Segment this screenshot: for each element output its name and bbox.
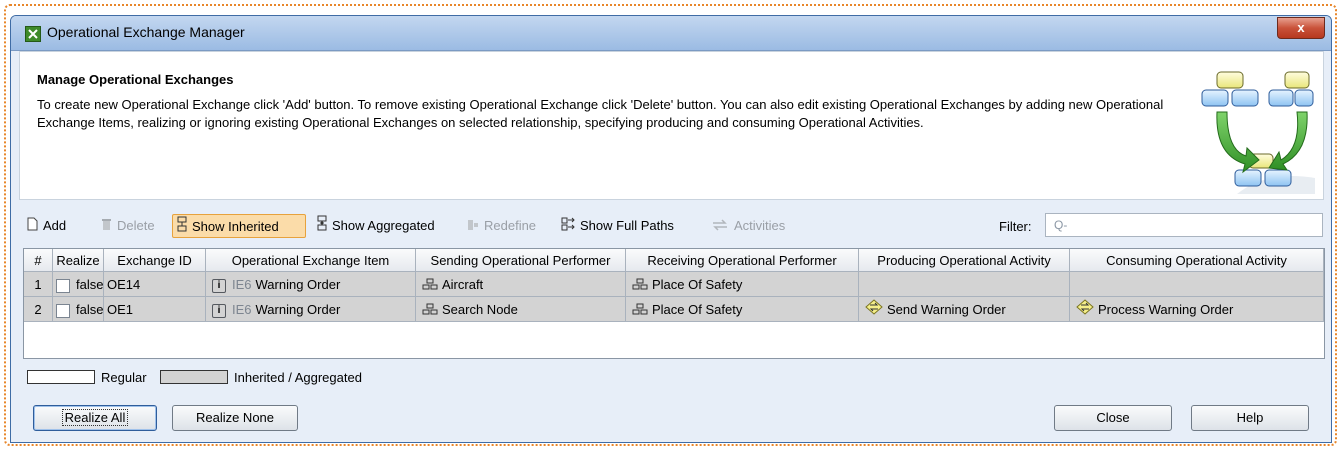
consuming-activity-cell[interactable] [1070, 272, 1324, 297]
row-number: 1 [24, 272, 53, 297]
filter-label: Filter: [999, 219, 1032, 234]
close-button[interactable]: Close [1054, 405, 1172, 431]
column-header-consuming-activity[interactable]: Consuming Operational Activity [1070, 249, 1324, 272]
toolbar: Add Delete Show Inherited Show Aggregate… [19, 212, 1324, 240]
inherit-icon [177, 216, 187, 240]
activities-button[interactable]: Activities [711, 214, 785, 238]
regular-swatch [27, 370, 95, 384]
exchange-id-cell[interactable]: OE14 [104, 272, 206, 297]
column-header-exchange-id[interactable]: Exchange ID [104, 249, 206, 272]
show-aggregated-toggle[interactable]: Show Aggregated [317, 214, 435, 238]
realize-cell[interactable]: false [53, 272, 104, 297]
title-bar[interactable]: Operational Exchange Manager x [11, 16, 1331, 51]
close-window-button[interactable]: x [1277, 17, 1325, 39]
realize-all-button[interactable]: Realize All [33, 405, 157, 431]
activities-icon [711, 215, 729, 239]
paths-icon [561, 215, 575, 239]
redefine-button[interactable]: Redefine [467, 214, 536, 238]
column-header-producing-activity[interactable]: Producing Operational Activity [859, 249, 1070, 272]
sending-performer-cell[interactable]: Search Node [416, 297, 626, 322]
performer-icon [422, 273, 438, 296]
document-icon [27, 215, 38, 239]
header-description: To create new Operational Exchange click… [37, 97, 1164, 130]
activity-icon [1076, 298, 1094, 321]
receiving-performer-cell[interactable]: Place Of Safety [626, 297, 859, 322]
delete-button[interactable]: Delete [101, 214, 155, 238]
performer-icon [422, 298, 438, 321]
window-title: Operational Exchange Manager [47, 24, 245, 40]
exchange-illustration-icon [1201, 71, 1315, 194]
dialog-window: Operational Exchange Manager x Manage Op… [10, 15, 1332, 443]
table-row[interactable]: 1 false OE14 i IE6 Warning Order Aircraft … [24, 272, 1324, 297]
aggregate-icon [317, 215, 327, 239]
performer-icon [632, 273, 648, 296]
information-icon: i [212, 303, 226, 318]
exchange-id-cell[interactable]: OE1 [104, 297, 206, 322]
exchange-item-cell[interactable]: i IE6 Warning Order [206, 297, 416, 322]
information-icon: i [212, 278, 226, 293]
filter-input[interactable]: Q- [1045, 213, 1323, 237]
activity-icon [865, 298, 883, 321]
producing-activity-cell[interactable]: Send Warning Order [859, 297, 1070, 322]
realize-checkbox[interactable] [56, 303, 70, 318]
table-row[interactable]: 2 false OE1 i IE6 Warning Order Search Nod… [24, 297, 1324, 322]
exchange-item-cell[interactable]: i IE6 Warning Order [206, 272, 416, 297]
legend-inherited-label: Inherited / Aggregated [234, 370, 362, 385]
column-header-exchange-item[interactable]: Operational Exchange Item [206, 249, 416, 272]
realize-none-button[interactable]: Realize None [172, 405, 298, 431]
performer-icon [632, 298, 648, 321]
realize-cell[interactable]: false [53, 297, 104, 322]
help-button[interactable]: Help [1191, 405, 1309, 431]
trash-icon [101, 215, 112, 239]
inherited-swatch [160, 370, 228, 384]
show-inherited-toggle[interactable]: Show Inherited [172, 214, 306, 238]
add-button[interactable]: Add [27, 214, 66, 238]
producing-activity-cell[interactable] [859, 272, 1070, 297]
header-panel: Manage Operational Exchanges To create n… [19, 51, 1324, 200]
exchanges-table: # Realize Exchange ID Operational Exchan… [23, 248, 1325, 359]
receiving-performer-cell[interactable]: Place Of Safety [626, 272, 859, 297]
redefine-icon [467, 215, 479, 239]
show-full-paths-toggle[interactable]: Show Full Paths [561, 214, 674, 238]
sending-performer-cell[interactable]: Aircraft [416, 272, 626, 297]
table-header: # Realize Exchange ID Operational Exchan… [24, 249, 1324, 274]
realize-checkbox[interactable] [56, 278, 70, 293]
row-number: 2 [24, 297, 53, 322]
column-header-receiving-performer[interactable]: Receiving Operational Performer [626, 249, 859, 272]
header-title: Manage Operational Exchanges [37, 72, 234, 87]
app-icon [25, 26, 41, 42]
consuming-activity-cell[interactable]: Process Warning Order [1070, 297, 1324, 322]
column-header-number[interactable]: # [24, 249, 53, 272]
column-header-sending-performer[interactable]: Sending Operational Performer [416, 249, 626, 272]
legend-regular-label: Regular [101, 370, 147, 385]
column-header-realize[interactable]: Realize [53, 249, 104, 272]
